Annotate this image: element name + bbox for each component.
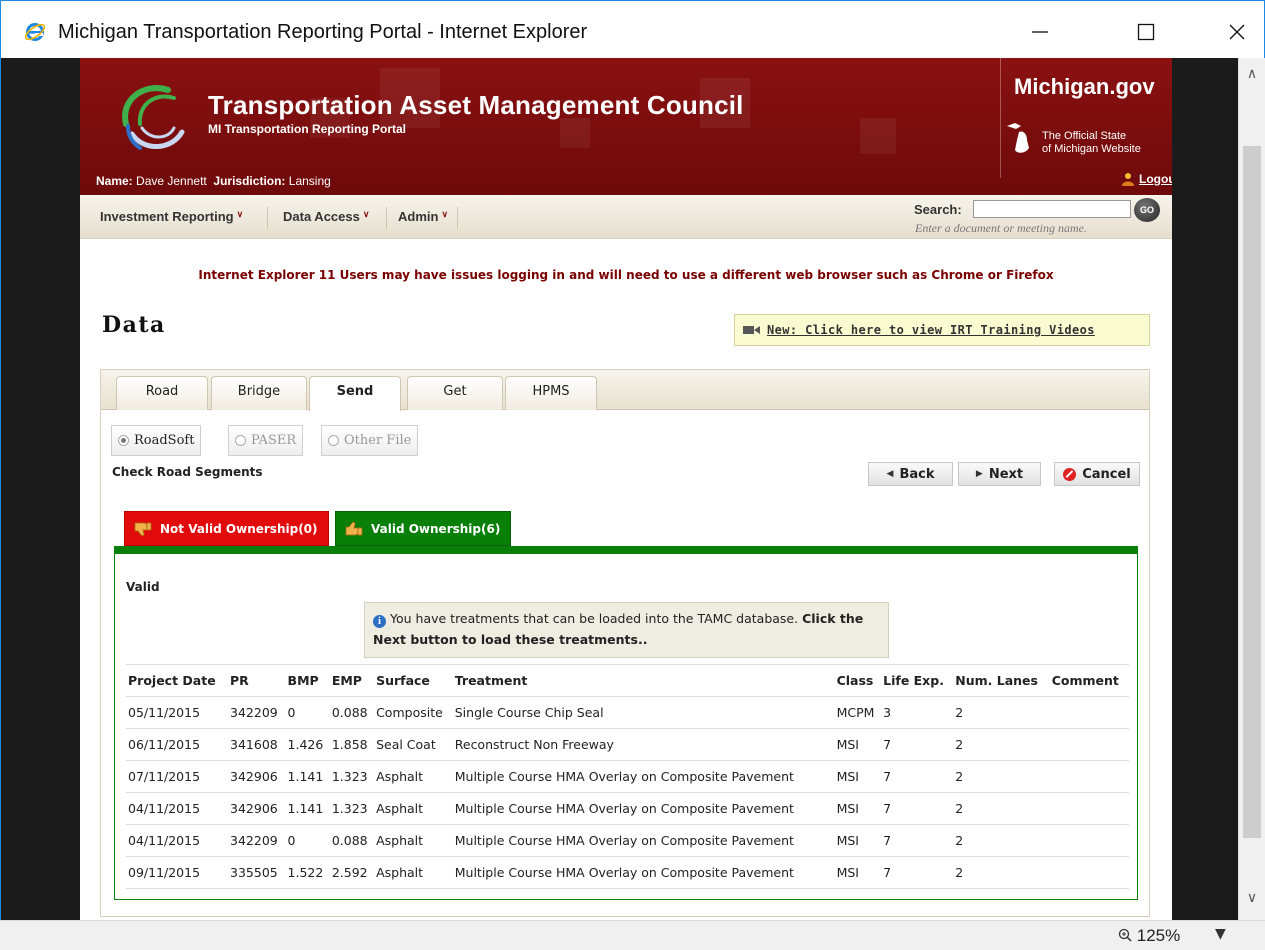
- web-page: Transportation Asset Management Council …: [80, 58, 1172, 920]
- tab-valid-ownership[interactable]: Valid Ownership(6): [335, 511, 511, 546]
- training-videos-link[interactable]: New: Click here to view IRT Training Vid…: [734, 314, 1150, 346]
- next-button[interactable]: ▶ Next: [958, 462, 1041, 486]
- zoom-icon: [1118, 928, 1132, 942]
- chevron-down-icon: ∨: [362, 209, 370, 219]
- radio-unselected-icon: [328, 435, 339, 446]
- site-subtitle: MI Transportation Reporting Portal: [208, 122, 407, 136]
- col-num-lanes: Num. Lanes: [953, 664, 1050, 697]
- search-label: Search:: [914, 202, 962, 217]
- chevron-down-icon: ∨: [236, 209, 244, 219]
- tab-bridge[interactable]: Bridge: [211, 376, 307, 410]
- col-comment: Comment: [1049, 664, 1129, 697]
- window-titlebar[interactable]: Michigan Transportation Reporting Portal…: [0, 0, 1265, 58]
- status-bar: 125% ▼: [0, 920, 1265, 950]
- maximize-icon: [1137, 23, 1155, 41]
- nav-investment-reporting[interactable]: Investment Reporting ∨: [100, 209, 243, 224]
- site-banner: Transportation Asset Management Council …: [80, 58, 1172, 195]
- info-message: i You have treatments that can be loaded …: [364, 602, 889, 658]
- main-nav: Investment Reporting ∨ Data Access ∨ Admin…: [80, 195, 1172, 239]
- tab-send[interactable]: Send: [309, 376, 401, 411]
- col-surface: Surface: [374, 664, 453, 697]
- window-title: Michigan Transportation Reporting Portal…: [58, 21, 588, 43]
- internet-explorer-icon: [24, 23, 46, 41]
- radio-unselected-icon: [235, 435, 246, 446]
- vertical-scrollbar[interactable]: ∧ ∨: [1238, 58, 1265, 920]
- tab-get[interactable]: Get: [407, 376, 503, 410]
- video-camera-icon: [743, 326, 760, 334]
- back-button[interactable]: ◀ Back: [868, 462, 953, 486]
- site-title: Transportation Asset Management Council: [208, 90, 744, 120]
- col-treatment: Treatment: [452, 664, 835, 697]
- table-row: 05/11/2015 342209 0 0.088 Composite Single Co…: [126, 696, 1129, 729]
- col-emp: EMP: [329, 664, 375, 697]
- ownership-tab-bar: [114, 546, 1138, 554]
- logout-link[interactable]: Logout: [1121, 172, 1172, 186]
- table-row: 09/11/2015 335505 1.522 2.592 Asphalt Multipl…: [126, 856, 1129, 889]
- scrollbar-thumb[interactable]: [1243, 146, 1261, 838]
- col-class: Class: [834, 664, 882, 697]
- cancel-icon: [1063, 467, 1077, 481]
- michigan-gov-logo[interactable]: Michigan.gov: [1014, 74, 1155, 100]
- scroll-down-icon[interactable]: ∨: [1244, 890, 1260, 906]
- minimize-button[interactable]: [1017, 13, 1063, 51]
- tab-not-valid-ownership[interactable]: Not Valid Ownership(0): [124, 511, 329, 546]
- col-pr: PR: [228, 664, 286, 697]
- official-state-tagline: The Official State of Michigan Website: [1042, 130, 1141, 155]
- col-project-date: Project Date: [126, 664, 229, 697]
- maximize-button[interactable]: [1123, 13, 1169, 51]
- roadsoft-radio[interactable]: RoadSoft: [111, 425, 202, 456]
- info-icon: i: [373, 615, 386, 628]
- chevron-down-icon: ∨: [441, 209, 449, 219]
- col-bmp: BMP: [285, 664, 330, 697]
- nav-data-access[interactable]: Data Access ∨: [283, 209, 369, 224]
- arrow-left-icon: ◀: [886, 469, 894, 479]
- search-hint: Enter a document or meeting name.: [915, 221, 1087, 235]
- nav-admin[interactable]: Admin ∨: [398, 209, 448, 224]
- tamc-logo-icon: [122, 85, 185, 150]
- table-row: 07/11/2015 342906 1.141 1.323 Asphalt Multipl…: [126, 760, 1129, 793]
- valid-ownership-content: Valid i You have treatments that can be l…: [114, 554, 1138, 900]
- data-panel: Road Bridge Send Get HPMS RoadSoft PASER…: [100, 369, 1150, 917]
- tab-road[interactable]: Road: [116, 376, 208, 410]
- table-row: 04/11/2015 342906 1.141 1.323 Asphalt Multipl…: [126, 792, 1129, 825]
- step-title: Check Road Segments: [112, 465, 263, 479]
- treatments-table: Project Date PR BMP EMP Surface Treatmen…: [126, 664, 1129, 889]
- table-row: 06/11/2015 341608 1.426 1.858 Seal Coat Recon…: [126, 728, 1129, 761]
- page-title: Data: [102, 312, 166, 338]
- table-row: 04/11/2015 342209 0 0.088 Asphalt Multiple Co…: [126, 824, 1129, 857]
- cancel-button[interactable]: Cancel: [1054, 462, 1140, 486]
- close-icon: [1229, 24, 1245, 40]
- right-margin: [1172, 58, 1238, 920]
- radio-selected-icon: [118, 435, 129, 446]
- user-icon: [1122, 173, 1134, 186]
- thumbs-down-icon: [134, 522, 152, 536]
- tab-strip: Road Bridge Send Get HPMS: [101, 370, 1149, 411]
- tab-hpms[interactable]: HPMS: [505, 376, 597, 410]
- user-info: Name: Dave Jennett Jurisdiction: Lansing: [96, 174, 331, 188]
- zoom-level[interactable]: 125%: [1118, 926, 1180, 946]
- search-go-button[interactable]: GO: [1134, 198, 1160, 222]
- thumbs-up-icon: [345, 521, 363, 535]
- close-button[interactable]: [1214, 13, 1260, 51]
- minimize-icon: [1032, 31, 1048, 33]
- valid-label: Valid: [126, 580, 160, 594]
- zoom-dropdown-icon[interactable]: ▼: [1215, 926, 1226, 942]
- michigan-map-icon: [1007, 123, 1029, 153]
- arrow-right-icon: ▶: [975, 469, 983, 479]
- left-margin: [0, 58, 80, 920]
- paser-radio[interactable]: PASER: [228, 425, 304, 456]
- col-life-exp: Life Exp.: [881, 664, 954, 697]
- search-input[interactable]: [973, 200, 1131, 218]
- ie-warning-notice: Internet Explorer 11 Users may have issu…: [198, 268, 1054, 282]
- banner-divider: [1000, 58, 1001, 178]
- table-header-row: Project Date PR BMP EMP Surface Treatmen…: [126, 664, 1129, 697]
- scroll-up-icon[interactable]: ∧: [1244, 66, 1260, 82]
- other-file-radio[interactable]: Other File: [321, 425, 419, 456]
